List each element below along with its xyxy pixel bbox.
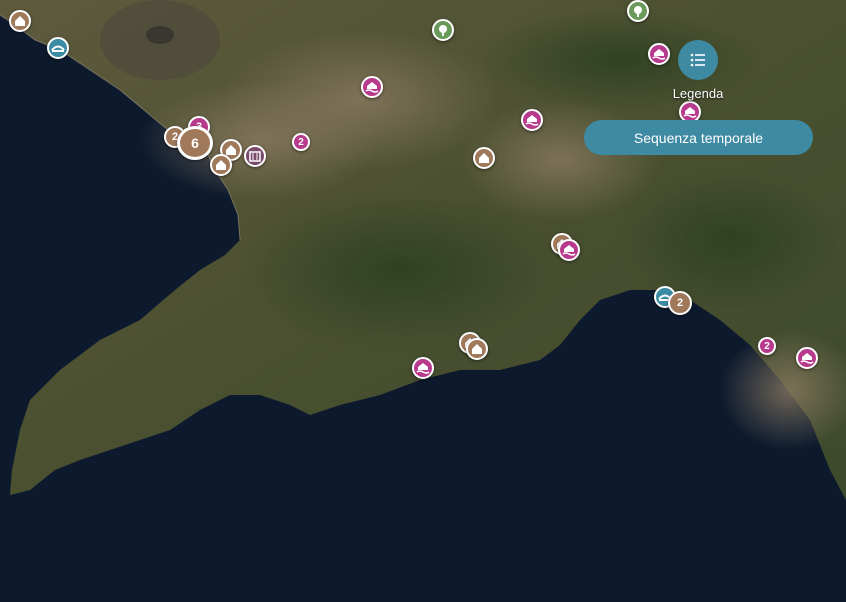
list-icon xyxy=(690,53,705,67)
legend-label: Legenda xyxy=(672,86,724,101)
marker-flood-icon[interactable] xyxy=(648,43,670,65)
marker-tree-icon[interactable] xyxy=(627,0,649,22)
marker-flood-icon[interactable] xyxy=(361,76,383,98)
house-icon xyxy=(15,16,25,26)
marker-flood-icon[interactable] xyxy=(558,239,580,261)
marker-flood-icon[interactable] xyxy=(521,109,543,131)
marker-building-icon[interactable] xyxy=(244,145,266,167)
tree-icon xyxy=(634,6,642,17)
marker-flood-icon[interactable] xyxy=(796,347,818,369)
marker-house-icon[interactable] xyxy=(9,10,31,32)
volcano-crater xyxy=(146,26,174,44)
bridge-icon xyxy=(51,45,65,52)
landslide-icon xyxy=(472,344,482,354)
forest-mountains-east xyxy=(620,170,840,310)
tree-icon xyxy=(439,25,447,36)
marker-flood-icon[interactable] xyxy=(412,357,434,379)
flood-icon xyxy=(416,363,430,374)
legend-button[interactable] xyxy=(678,40,718,80)
marker-bridge-icon[interactable] xyxy=(47,37,69,59)
landslide-icon xyxy=(216,160,226,170)
flood-icon xyxy=(525,115,539,126)
flood-icon xyxy=(365,82,379,93)
timeline-button[interactable]: Sequenza temporale xyxy=(584,120,813,155)
marker-landslide-icon[interactable] xyxy=(466,338,488,360)
marker-landslide-icon[interactable] xyxy=(210,154,232,176)
marker-tree-icon[interactable] xyxy=(432,19,454,41)
flood-icon xyxy=(800,353,814,364)
flood-icon xyxy=(652,49,666,60)
building-icon xyxy=(249,151,261,162)
cluster-marker[interactable]: 2 xyxy=(668,291,692,315)
flood-icon xyxy=(683,107,697,118)
cluster-marker[interactable]: 2 xyxy=(292,133,310,151)
landslide-icon xyxy=(479,153,489,163)
marker-landslide-icon[interactable] xyxy=(473,147,495,169)
flood-icon xyxy=(562,245,576,256)
forest-mountains-peninsula xyxy=(240,190,560,350)
cluster-marker[interactable]: 2 xyxy=(758,337,776,355)
cluster-marker[interactable]: 6 xyxy=(177,126,213,160)
